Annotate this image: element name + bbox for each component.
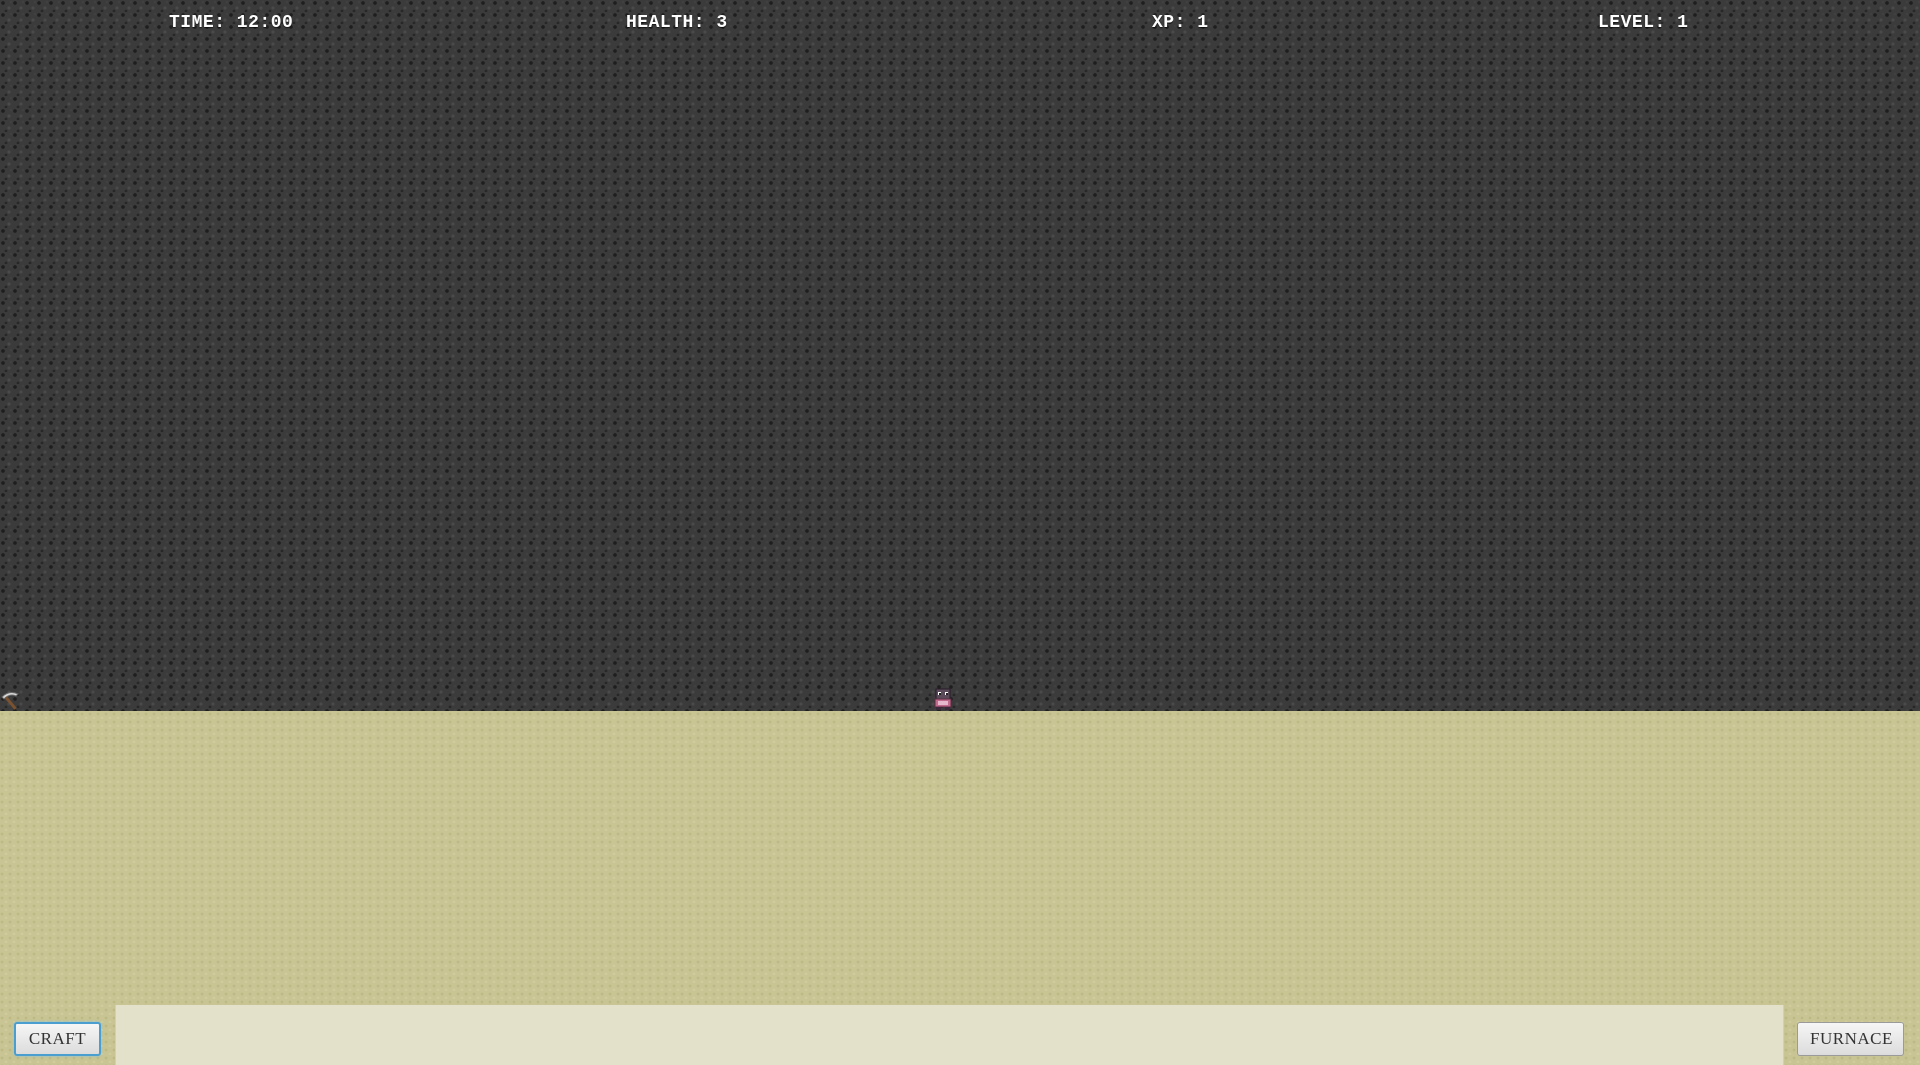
game-canvas[interactable]: TIME: 12:00 HEALTH: 3 XP: 1 LEVEL: 1 CRA… <box>0 0 1920 1065</box>
pickaxe-icon[interactable] <box>0 688 24 712</box>
player-character-icon <box>934 688 952 710</box>
hud-health: HEALTH: 3 <box>626 13 728 33</box>
craft-button[interactable]: CRAFT <box>14 1022 101 1056</box>
hud-level: LEVEL: 1 <box>1598 13 1689 33</box>
furnace-button[interactable]: FURNACE <box>1797 1022 1904 1056</box>
inventory-bar[interactable] <box>115 1005 1784 1065</box>
hud-xp: XP: 1 <box>1152 13 1209 33</box>
sky-background <box>0 0 1920 711</box>
hud-time: TIME: 12:00 <box>169 13 294 33</box>
